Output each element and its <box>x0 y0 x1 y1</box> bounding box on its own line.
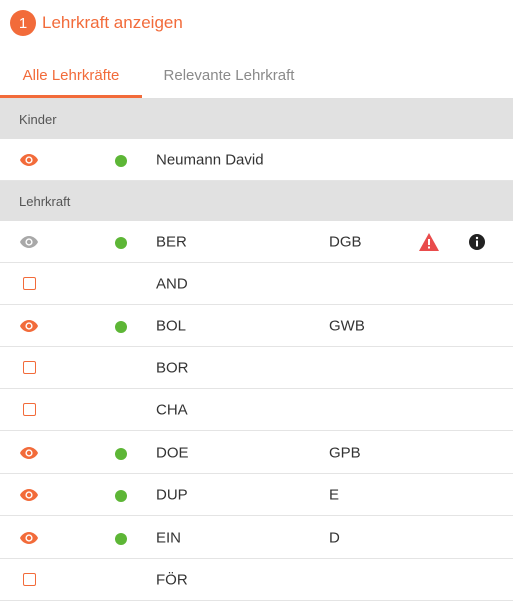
eye-icon[interactable] <box>19 487 39 503</box>
row-code: DGB <box>329 233 362 250</box>
header: 1 Lehrkraft anzeigen <box>10 8 183 38</box>
eye-icon[interactable] <box>19 152 39 168</box>
row-name: DOE <box>156 444 189 461</box>
section-header-kinder: Kinder <box>0 99 513 139</box>
row-name: EIN <box>156 529 182 546</box>
row-code: GPB <box>329 444 361 461</box>
status-dot <box>115 532 127 545</box>
row-name: DUP <box>156 486 188 503</box>
warning-icon[interactable] <box>418 232 440 252</box>
status-dot <box>115 154 127 167</box>
list-item: AND <box>0 263 513 305</box>
step-badge: 1 <box>10 10 36 36</box>
checkbox[interactable] <box>19 360 39 376</box>
status-dot <box>115 447 127 460</box>
tab-alle-lehrkraefte[interactable]: Alle Lehrkräfte <box>0 52 142 98</box>
row-name: CHA <box>156 401 188 418</box>
row-code: D <box>329 529 340 546</box>
eye-icon[interactable] <box>19 445 39 461</box>
tab-bar: Alle Lehrkräfte Relevante Lehrkraft <box>0 52 513 98</box>
list-item: BOL GWB <box>0 305 513 347</box>
info-icon[interactable] <box>468 233 486 251</box>
list-item: EIN D <box>0 517 513 559</box>
status-dot <box>115 320 127 333</box>
eye-icon[interactable] <box>19 318 39 334</box>
list-item: BOR <box>0 347 513 389</box>
row-code: E <box>329 486 340 503</box>
row-name: BOR <box>156 359 189 376</box>
list-item: CHA <box>0 389 513 431</box>
status-dot <box>115 489 127 502</box>
eye-icon[interactable] <box>19 530 39 546</box>
list-item: BER DGB <box>0 221 513 263</box>
page-title: Lehrkraft anzeigen <box>42 13 183 32</box>
row-name: BER <box>156 233 187 250</box>
tab-relevante-lehrkraft[interactable]: Relevante Lehrkraft <box>142 52 316 98</box>
list-item: Neumann David <box>0 139 513 181</box>
checkbox[interactable] <box>19 402 39 418</box>
row-code: GWB <box>329 317 365 334</box>
list-item: FÖR <box>0 559 513 601</box>
row-name: Neumann David <box>156 151 264 168</box>
list-item: DUP E <box>0 474 513 516</box>
list-item: DOE GPB <box>0 432 513 474</box>
section-header-lehrkraft: Lehrkraft <box>0 181 513 221</box>
eye-icon[interactable] <box>19 234 39 250</box>
row-name: BOL <box>156 317 187 334</box>
status-dot <box>115 236 127 249</box>
row-name: AND <box>156 275 188 292</box>
checkbox[interactable] <box>19 276 39 292</box>
